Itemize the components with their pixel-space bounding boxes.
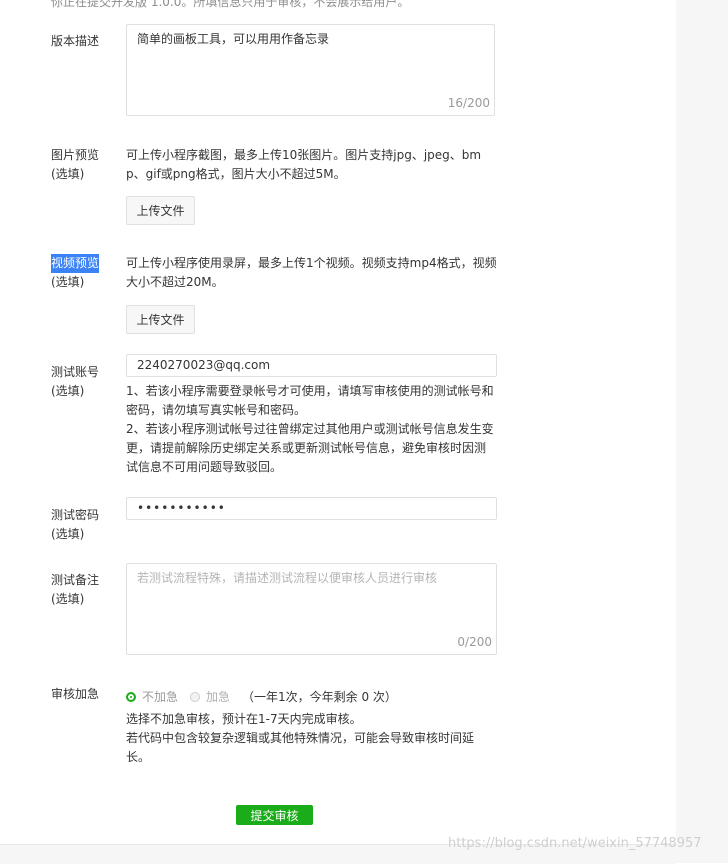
image-preview-label-text: 图片预览 xyxy=(51,148,100,162)
radio-unchecked-icon xyxy=(190,691,201,702)
test-note-label-text: 测试备注 xyxy=(51,573,100,587)
test-password-label-text: 测试密码 xyxy=(51,508,100,522)
video-preview-label-text: 视频预览 xyxy=(51,254,100,273)
test-account-hint-line: 更，请提前解除历史绑定关系或更新测试帐号信息，避免审核时因测 xyxy=(126,441,487,455)
right-gutter xyxy=(676,0,728,863)
test-note-label: 测试备注 (选填) xyxy=(51,571,99,609)
test-account-input[interactable]: 2240270023@qq.com xyxy=(126,354,497,377)
version-desc-value: 简单的画板工具，可以用用作备忘录 xyxy=(137,32,330,46)
watermark: https://blog.csdn.net/weixin_57748957 xyxy=(448,836,702,851)
test-account-hint-line: 试信息不可用问题导致驳回。 xyxy=(126,460,283,474)
radio-expedite[interactable]: 加急 xyxy=(190,688,230,705)
image-preview-label: 图片预览 (选填) xyxy=(51,146,99,184)
video-upload-button[interactable]: 上传文件 xyxy=(126,305,195,334)
test-account-label-text: 测试账号 xyxy=(51,365,100,379)
expedite-hint-line: 选择不加急审核，预计在1-7天内完成审核。 xyxy=(126,712,362,726)
version-desc-label-text: 版本描述 xyxy=(51,34,100,48)
test-account-hint-line: 2、若该小程序测试帐号过往曾绑定过其他用户或测试帐号信息发生变 xyxy=(126,422,494,436)
expedite-hint-line: 若代码中包含较复杂逻辑或其他特殊情况，可能会导致审核时间延 xyxy=(126,731,475,745)
test-account-label: 测试账号 (选填) xyxy=(51,363,99,401)
test-account-hint: 1、若该小程序需要登录帐号才可使用，请填写审核使用的测试帐号和 密码，请勿填写真… xyxy=(126,382,498,477)
test-account-hint-line: 1、若该小程序需要登录帐号才可使用，请填写审核使用的测试帐号和 xyxy=(126,384,494,398)
expedite-label-text: 审核加急 xyxy=(51,687,100,701)
video-preview-hint-line1: 可上传小程序使用录屏，最多上传1个视频。视频支持mp4格式，视频 xyxy=(126,256,497,270)
test-password-optional: (选填) xyxy=(51,527,85,541)
test-note-counter: 0/200 xyxy=(457,635,492,649)
video-preview-hint: 可上传小程序使用录屏，最多上传1个视频。视频支持mp4格式，视频 大小不超过20… xyxy=(126,254,498,292)
submit-review-button[interactable]: 提交审核 xyxy=(236,805,313,825)
test-password-label: 测试密码 (选填) xyxy=(51,506,99,544)
test-note-textarea[interactable]: 若测试流程特殊，请描述测试流程以便审核人员进行审核 0/200 xyxy=(126,563,497,655)
expedite-radio-group: 不加急 加急 （一年1次，今年剩余 0 次） xyxy=(126,688,397,705)
expedite-hint: 选择不加急审核，预计在1-7天内完成审核。 若代码中包含较复杂逻辑或其他特殊情况… xyxy=(126,710,498,767)
version-desc-label: 版本描述 xyxy=(51,32,99,51)
expedite-label: 审核加急 xyxy=(51,685,99,704)
video-preview-hint-line2: 大小不超过20M。 xyxy=(126,275,224,289)
radio-checked-icon xyxy=(126,691,136,702)
image-preview-hint-line1: 可上传小程序截图，最多上传10张图片。图片支持jpg、jpeg、bm xyxy=(126,148,482,162)
test-account-optional: (选填) xyxy=(51,384,85,398)
image-upload-button[interactable]: 上传文件 xyxy=(126,196,195,225)
radio-expedite-label: 加急 xyxy=(206,690,231,704)
submission-note: 你正在提交开发版 1.0.0。所填信息只用于审核，不会展示给用户。 xyxy=(51,0,410,9)
expedite-hint-line: 长。 xyxy=(126,750,151,764)
test-note-placeholder: 若测试流程特殊，请描述测试流程以便审核人员进行审核 xyxy=(137,571,438,585)
video-preview-label: 视频预览 (选填) xyxy=(51,254,100,292)
image-preview-optional: (选填) xyxy=(51,167,85,181)
video-preview-optional: (选填) xyxy=(51,275,85,289)
radio-no-expedite[interactable]: 不加急 xyxy=(126,688,178,705)
image-preview-hint: 可上传小程序截图，最多上传10张图片。图片支持jpg、jpeg、bm p、gif… xyxy=(126,146,498,184)
expedite-quota: （一年1次，今年剩余 0 次） xyxy=(242,690,397,704)
test-note-optional: (选填) xyxy=(51,592,85,606)
image-preview-hint-line2: p、gif或png格式，图片大小不超过5M。 xyxy=(126,167,346,181)
version-desc-counter: 16/200 xyxy=(447,96,490,110)
version-desc-textarea[interactable]: 简单的画板工具，可以用用作备忘录 16/200 xyxy=(126,24,495,116)
test-account-hint-line: 密码，请勿填写真实帐号和密码。 xyxy=(126,403,307,417)
test-password-input[interactable]: ••••••••••• xyxy=(126,497,497,520)
radio-no-expedite-label: 不加急 xyxy=(142,690,179,704)
